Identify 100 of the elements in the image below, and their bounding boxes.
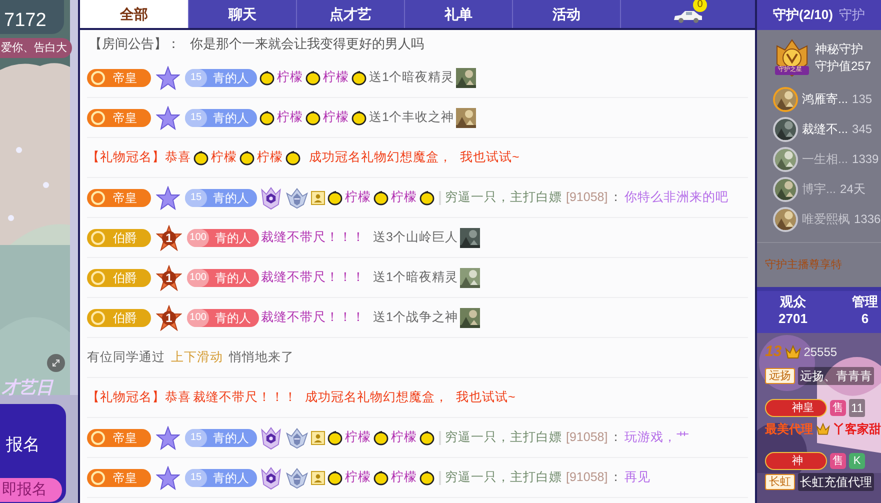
noble-badge: 帝皇	[87, 428, 151, 446]
message-text: 再见	[624, 469, 651, 486]
noble-badge: 伯爵	[87, 228, 151, 246]
user-name[interactable]: 长虹充值代理	[798, 472, 874, 490]
lemon-icon	[373, 470, 389, 486]
user-name[interactable]: 裁缝不带尺！！！	[261, 308, 365, 327]
lemon-icon	[259, 70, 275, 86]
lemon-icon	[239, 150, 255, 166]
colon-text: ：	[610, 469, 623, 486]
sender-name[interactable]: 穷逼一只，主打白嫖	[445, 188, 562, 207]
noble-badge: 伯爵	[87, 308, 151, 326]
lemon-icon	[305, 110, 321, 126]
noble-badge: 帝皇	[87, 468, 151, 486]
star-icon	[156, 186, 180, 210]
announcement-text: 你是那个一来就会让我变得更好的男人吗	[190, 35, 424, 54]
user-name[interactable]: 柠檬	[391, 468, 417, 487]
user-name[interactable]: 柠檬	[323, 68, 349, 87]
noble-badge: 伯爵	[87, 268, 151, 286]
user-name[interactable]: 柠檬	[257, 148, 283, 167]
fan-badge: 15 青的人	[185, 428, 257, 446]
user-icon	[311, 470, 325, 484]
guard-name: 神秘守护	[815, 41, 864, 58]
side-tab[interactable]: 守护	[838, 5, 865, 25]
user-name[interactable]: 裁缝不带尺！！！	[261, 268, 365, 287]
star-icon	[156, 466, 180, 490]
rank-medal: 1	[156, 304, 182, 330]
tab[interactable]: 全部	[80, 0, 188, 28]
user-tag: 长虹	[765, 474, 795, 490]
lemon-icon	[419, 470, 435, 486]
signup-button[interactable]: 即报名	[0, 478, 62, 502]
gift-text: 送3个山岭巨人	[373, 229, 458, 246]
gift-text: 送1个暗夜精灵	[373, 269, 458, 286]
lemon-icon	[305, 70, 321, 86]
user-name[interactable]: 柠檬	[277, 68, 303, 87]
avatar[interactable]	[773, 146, 798, 172]
crown-icon	[784, 345, 801, 360]
user-name[interactable]: 柠檬	[211, 148, 237, 167]
highlight-text: 上下滑动	[171, 349, 223, 366]
lemon-icon	[373, 190, 389, 206]
sender-id: [91058]	[566, 469, 608, 486]
user-score: 25555	[804, 344, 838, 362]
naming-prefix: 【礼物冠名】恭喜	[87, 149, 191, 166]
guard-days: 24天	[840, 180, 866, 198]
lemon-icon	[327, 430, 343, 446]
guard-days: 1336	[854, 210, 881, 228]
star-icon	[156, 66, 180, 90]
user-tag: 远扬	[765, 368, 795, 384]
user-title: 最美代理	[765, 420, 813, 438]
stat-label: 观众	[780, 293, 806, 310]
avatar[interactable]	[773, 176, 798, 202]
lemon-icon	[419, 190, 435, 206]
avatar[interactable]	[773, 206, 798, 232]
user-name[interactable]: 柠檬	[391, 428, 417, 447]
user-name[interactable]: 柠檬	[323, 108, 349, 127]
lemon-icon	[285, 150, 301, 166]
fan-badge: 15 青的人	[185, 188, 257, 206]
fan-badge: 15 青的人	[185, 108, 257, 126]
count-badge: 0	[693, 0, 707, 12]
message-text: 玩游戏，艹	[624, 429, 690, 446]
noble-badge: 神皇	[765, 398, 827, 416]
side-tab[interactable]: 守护(2/10)	[773, 5, 833, 25]
sender-name[interactable]: 穷逼一只，主打白嫖	[445, 428, 562, 447]
colon-text: ：	[610, 189, 623, 206]
avatar[interactable]	[773, 86, 798, 112]
crown-icon	[816, 422, 830, 436]
announcement-label: 【房间公告】：	[89, 35, 180, 54]
guard-name[interactable]: 鸿雁寄...	[802, 90, 848, 108]
guard-name[interactable]: 裁缝不...	[802, 120, 848, 138]
user-name[interactable]: 柠檬	[345, 428, 371, 447]
sender-name[interactable]: 穷逼一只，主打白嫖	[445, 468, 562, 487]
try-link[interactable]: 我也试试~	[456, 388, 516, 407]
fan-badge: 15 青的人	[185, 68, 257, 86]
user-count: 11	[849, 398, 866, 416]
user-name[interactable]: 裁缝不带尺！！！	[193, 388, 297, 407]
user-name[interactable]: 柠檬	[277, 108, 303, 127]
user-name[interactable]: 柠檬	[345, 188, 371, 207]
system-text: 悄悄地来了	[229, 349, 294, 366]
gift-text: 送1个战争之神	[373, 309, 458, 326]
stat-value: 6	[861, 310, 869, 327]
rank-medal: 1	[156, 264, 182, 290]
banner-text: 爱你、告白大	[0, 38, 72, 58]
user-icon	[311, 430, 325, 444]
noble-badge: 神	[765, 452, 827, 470]
lemon-icon	[327, 190, 343, 206]
lemon-icon	[193, 150, 209, 166]
noble-badge: 帝皇	[87, 188, 151, 206]
role-tag: 售	[830, 452, 846, 468]
noble-badge: 帝皇	[87, 68, 151, 86]
user-name[interactable]: 裁缝不带尺！！！	[261, 228, 365, 247]
try-link[interactable]: 我也试试~	[460, 148, 520, 167]
user-name[interactable]: 丫客家甜	[833, 420, 881, 438]
user-name[interactable]: 柠檬	[391, 188, 417, 207]
user-name[interactable]: 柠檬	[345, 468, 371, 487]
system-text: 有位同学通过	[87, 349, 165, 366]
stat-label: 管理	[852, 293, 878, 310]
colon-text: ：	[610, 429, 623, 446]
avatar[interactable]	[773, 116, 798, 142]
lemon-icon	[419, 430, 435, 446]
user-name[interactable]: 远扬、青青青	[798, 366, 874, 384]
viewer-count: 7172	[4, 10, 46, 32]
